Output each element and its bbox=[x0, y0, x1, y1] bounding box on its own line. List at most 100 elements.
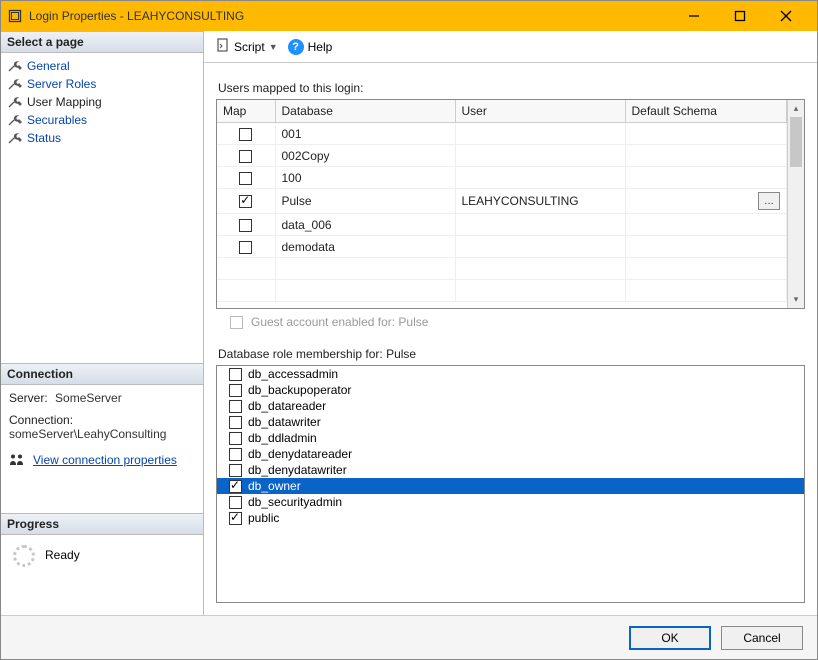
role-label: db_datawriter bbox=[248, 415, 321, 429]
usermap-scrollbar[interactable]: ▴ ▾ bbox=[787, 100, 804, 308]
maximize-button[interactable] bbox=[717, 1, 763, 31]
scroll-down-icon[interactable]: ▾ bbox=[788, 291, 804, 308]
role-item-public[interactable]: public bbox=[217, 510, 804, 526]
cell-user bbox=[455, 214, 625, 236]
role-label: public bbox=[248, 511, 279, 525]
help-button[interactable]: ? Help bbox=[288, 39, 333, 55]
minimize-button[interactable] bbox=[671, 1, 717, 31]
map-checkbox[interactable] bbox=[239, 195, 252, 208]
sidebar-item-label: Server Roles bbox=[27, 77, 96, 91]
table-row[interactable]: PulseLEAHYCONSULTING … bbox=[217, 189, 787, 214]
roles-list[interactable]: db_accessadmindb_backupoperatordb_datare… bbox=[216, 365, 805, 603]
role-label: db_denydatareader bbox=[248, 447, 352, 461]
role-label: db_owner bbox=[248, 479, 301, 493]
sidebar-item-server-roles[interactable]: Server Roles bbox=[7, 75, 203, 93]
role-checkbox[interactable] bbox=[229, 416, 242, 429]
role-checkbox[interactable] bbox=[229, 384, 242, 397]
sidebar-item-label: User Mapping bbox=[27, 95, 102, 109]
view-connection-properties-link[interactable]: View connection properties bbox=[33, 453, 177, 467]
map-checkbox[interactable] bbox=[239, 128, 252, 141]
help-label: Help bbox=[308, 40, 333, 54]
server-label: Server: bbox=[9, 391, 48, 405]
role-checkbox[interactable] bbox=[229, 480, 242, 493]
role-label: db_accessadmin bbox=[248, 367, 338, 381]
connection-link-row: View connection properties bbox=[1, 447, 203, 473]
role-item-db_accessadmin[interactable]: db_accessadmin bbox=[217, 366, 804, 382]
progress-spinner-icon bbox=[13, 545, 35, 567]
cell-schema bbox=[625, 167, 787, 189]
server-value: SomeServer bbox=[55, 391, 122, 405]
script-button[interactable]: Script ▼ bbox=[212, 36, 282, 57]
role-label: db_datareader bbox=[248, 399, 326, 413]
usermap-table-wrap: Map Database User Default Schema 001002C… bbox=[216, 99, 805, 309]
cell-database: Pulse bbox=[275, 189, 455, 214]
cell-schema bbox=[625, 236, 787, 258]
ok-button[interactable]: OK bbox=[629, 626, 711, 650]
role-checkbox[interactable] bbox=[229, 496, 242, 509]
table-row[interactable]: 002Copy bbox=[217, 145, 787, 167]
cell-user bbox=[455, 145, 625, 167]
map-checkbox[interactable] bbox=[239, 150, 252, 163]
window-root: Login Properties - LEAHYCONSULTING Selec… bbox=[0, 0, 818, 660]
titlebar: Login Properties - LEAHYCONSULTING bbox=[1, 1, 817, 31]
toolbar: Script ▼ ? Help bbox=[204, 31, 817, 63]
section-header-progress: Progress bbox=[1, 513, 203, 535]
script-icon bbox=[216, 38, 230, 55]
role-item-db_securityadmin[interactable]: db_securityadmin bbox=[217, 494, 804, 510]
table-row[interactable]: 001 bbox=[217, 123, 787, 145]
cell-schema: … bbox=[625, 189, 787, 214]
col-database[interactable]: Database bbox=[275, 100, 455, 123]
cell-user bbox=[455, 236, 625, 258]
role-checkbox[interactable] bbox=[229, 512, 242, 525]
role-item-db_ddladmin[interactable]: db_ddladmin bbox=[217, 430, 804, 446]
role-checkbox[interactable] bbox=[229, 464, 242, 477]
sidebar-item-general[interactable]: General bbox=[7, 57, 203, 75]
col-map[interactable]: Map bbox=[217, 100, 275, 123]
section-header-connection: Connection bbox=[1, 363, 203, 385]
role-item-db_backupoperator[interactable]: db_backupoperator bbox=[217, 382, 804, 398]
map-checkbox[interactable] bbox=[239, 172, 252, 185]
sidebar-item-user-mapping[interactable]: User Mapping bbox=[7, 93, 203, 111]
section-header-pages: Select a page bbox=[1, 31, 203, 53]
table-row[interactable]: demodata bbox=[217, 236, 787, 258]
main-pane: Users mapped to this login: Map Database… bbox=[204, 63, 817, 615]
role-item-db_owner[interactable]: db_owner bbox=[217, 478, 804, 494]
sidebar-item-status[interactable]: Status bbox=[7, 129, 203, 147]
role-checkbox[interactable] bbox=[229, 400, 242, 413]
role-checkbox[interactable] bbox=[229, 432, 242, 445]
role-item-db_denydatawriter[interactable]: db_denydatawriter bbox=[217, 462, 804, 478]
map-checkbox[interactable] bbox=[239, 241, 252, 254]
body: Select a page General Server Roles User Ma… bbox=[1, 31, 817, 615]
cancel-button[interactable]: Cancel bbox=[721, 626, 803, 650]
sidebar-item-securables[interactable]: Securables bbox=[7, 111, 203, 129]
nav-pages: General Server Roles User Mapping Securable… bbox=[1, 53, 203, 147]
schema-browse-button[interactable]: … bbox=[758, 192, 780, 210]
role-item-db_denydatareader[interactable]: db_denydatareader bbox=[217, 446, 804, 462]
connection-server-row: Server: SomeServer bbox=[1, 385, 203, 411]
scroll-up-icon[interactable]: ▴ bbox=[788, 100, 804, 117]
cell-user: LEAHYCONSULTING bbox=[455, 189, 625, 214]
cell-database: 001 bbox=[275, 123, 455, 145]
col-schema[interactable]: Default Schema bbox=[625, 100, 787, 123]
close-button[interactable] bbox=[763, 1, 809, 31]
progress-block: Ready bbox=[1, 535, 203, 575]
cell-user bbox=[455, 123, 625, 145]
wrench-icon bbox=[7, 77, 23, 91]
footer: OK Cancel bbox=[1, 615, 817, 659]
window-title: Login Properties - LEAHYCONSULTING bbox=[29, 9, 671, 23]
role-item-db_datawriter[interactable]: db_datawriter bbox=[217, 414, 804, 430]
table-row[interactable]: 100 bbox=[217, 167, 787, 189]
col-user[interactable]: User bbox=[455, 100, 625, 123]
scroll-thumb[interactable] bbox=[790, 117, 802, 167]
connection-name-row: Connection: someServer\LeahyConsulting bbox=[1, 411, 203, 447]
table-row[interactable]: data_006 bbox=[217, 214, 787, 236]
guest-label: Guest account enabled for: Pulse bbox=[251, 315, 428, 329]
role-checkbox[interactable] bbox=[229, 368, 242, 381]
role-checkbox[interactable] bbox=[229, 448, 242, 461]
help-icon: ? bbox=[288, 39, 304, 55]
table-row-empty bbox=[217, 280, 787, 302]
usermap-table: Map Database User Default Schema 001002C… bbox=[217, 100, 787, 302]
usermap-label: Users mapped to this login: bbox=[218, 81, 805, 95]
role-item-db_datareader[interactable]: db_datareader bbox=[217, 398, 804, 414]
map-checkbox[interactable] bbox=[239, 219, 252, 232]
